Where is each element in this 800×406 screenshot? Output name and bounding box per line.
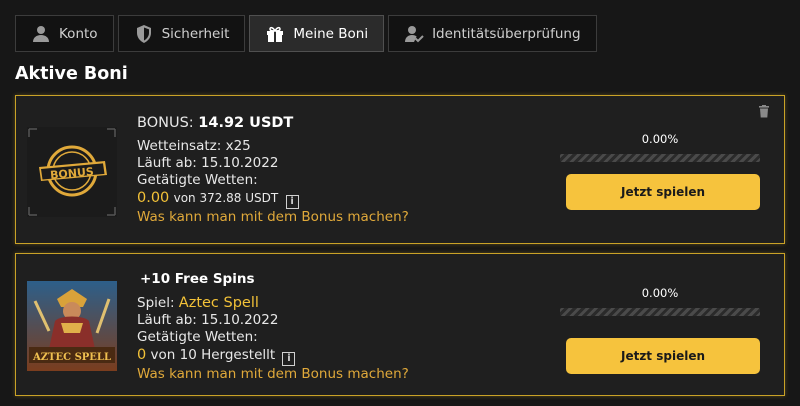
shield-icon — [134, 24, 154, 44]
expiry-label: Läuft ab: — [137, 312, 197, 329]
aztec-spell-game-image: AZTEC SPELL — [27, 281, 117, 371]
bonus-progress: 0.00% Jetzt spielen — [560, 132, 760, 210]
bets-done-value: 0.00 — [137, 190, 170, 207]
expiry-row: Läuft ab: 15.10.2022 — [137, 312, 409, 329]
tab-sicherheit-label: Sicherheit — [161, 25, 230, 42]
tab-konto[interactable]: Konto — [15, 15, 114, 52]
trash-icon[interactable] — [758, 105, 770, 118]
bets-progress-row: 0 von 10 Hergestellt i — [137, 346, 409, 367]
bonus-card: AZTEC SPELL +10 Free Spins Spiel: Aztec … — [15, 253, 785, 396]
info-icon[interactable]: i — [285, 195, 299, 210]
bonus-details: BONUS: 14.92 USDT Wetteinsatz: x25 Läuft… — [137, 114, 409, 226]
tab-bar: Konto Sicherheit Meine Boni Identitätsüb… — [15, 15, 597, 52]
page-title: Aktive Boni — [15, 64, 128, 84]
wager-row: Wetteinsatz: x25 — [137, 138, 409, 155]
progress-bar — [560, 308, 760, 316]
tab-meine-boni[interactable]: Meine Boni — [249, 15, 385, 52]
wager-value: x25 — [225, 138, 251, 155]
tab-konto-label: Konto — [59, 25, 98, 42]
tab-identitaetspruefung[interactable]: Identitätsüberprüfung — [388, 15, 597, 52]
tab-meine-boni-label: Meine Boni — [293, 25, 369, 42]
svg-text:AZTEC SPELL: AZTEC SPELL — [32, 352, 111, 363]
progress-percent: 0.00% — [641, 132, 679, 146]
bonus-card: BONUS BONUS: 14.92 USDT Wetteinsatz: x25… — [15, 95, 785, 244]
bets-done-value: 0 — [137, 347, 147, 364]
bonus-badge-image: BONUS — [27, 127, 117, 217]
tab-identitaetspruefung-label: Identitätsüberprüfung — [432, 25, 581, 42]
expiry-row: Läuft ab: 15.10.2022 — [137, 155, 409, 172]
gift-icon — [265, 24, 285, 44]
wager-label: Wetteinsatz: — [137, 138, 222, 155]
bets-total: von 372.88 USDT — [173, 191, 279, 206]
game-label: Spiel: — [137, 295, 175, 311]
bonus-progress: 0.00% Jetzt spielen — [560, 286, 760, 374]
user-icon — [31, 24, 51, 44]
bonus-help-link[interactable]: Was kann man mit dem Bonus machen? — [137, 209, 409, 226]
bonus-title: +10 Free Spins — [140, 271, 255, 287]
play-now-button[interactable]: Jetzt spielen — [566, 338, 760, 374]
game-link[interactable]: Aztec Spell — [179, 295, 259, 311]
user-check-icon — [404, 24, 424, 44]
bets-label: Getätigte Wetten: — [137, 172, 258, 189]
progress-percent: 0.00% — [641, 286, 679, 300]
progress-bar — [560, 154, 760, 162]
bonus-details: +10 Free Spins Spiel: Aztec Spell Läuft … — [137, 271, 409, 383]
bonus-title-prefix: BONUS: — [137, 115, 194, 131]
expiry-label: Läuft ab: — [137, 155, 197, 172]
tab-sicherheit[interactable]: Sicherheit — [117, 15, 246, 52]
bonus-amount: 14.92 USDT — [198, 115, 294, 131]
play-now-button[interactable]: Jetzt spielen — [566, 174, 760, 210]
bets-progress-row: 0.00 von 372.88 USDT i — [137, 189, 409, 210]
bonus-title: BONUS: 14.92 USDT — [137, 114, 409, 132]
game-row: Spiel: Aztec Spell — [137, 294, 409, 312]
bonus-help-link[interactable]: Was kann man mit dem Bonus machen? — [137, 366, 409, 383]
expiry-value: 15.10.2022 — [201, 155, 279, 172]
bets-total: von 10 Hergestellt — [150, 347, 276, 364]
bets-label: Getätigte Wetten: — [137, 329, 258, 346]
expiry-value: 15.10.2022 — [201, 312, 279, 329]
info-icon[interactable]: i — [282, 352, 296, 367]
